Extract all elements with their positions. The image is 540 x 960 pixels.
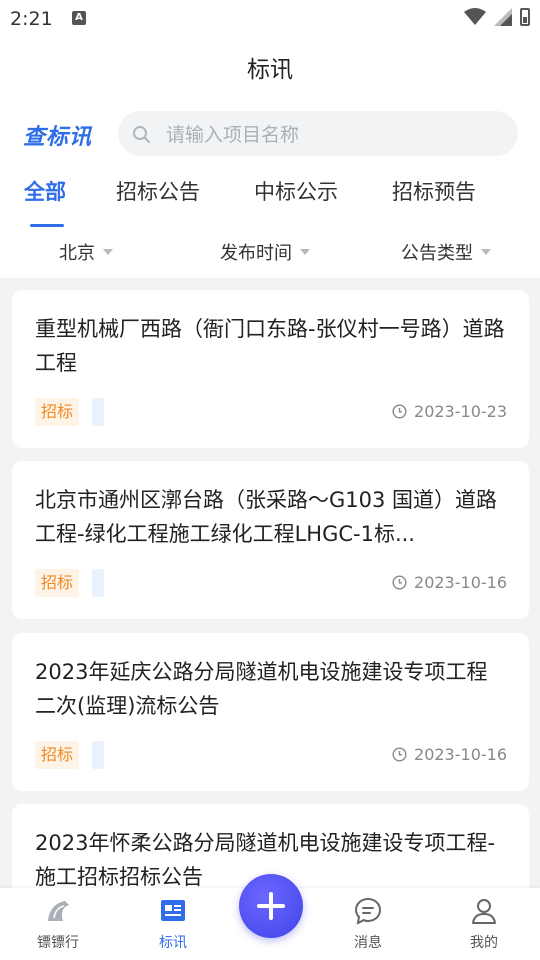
item-date-text: 2023-10-16 [414,573,507,592]
search-input[interactable]: 请输入项目名称 [118,111,518,156]
wifi-icon [464,8,486,25]
filter-bar: 北京 发布时间 公告类型 [0,235,540,269]
item-date-text: 2023-10-23 [414,402,507,421]
item-title: 重型机械厂西路（衙门口东路-张仪村一号路）道路工程 [35,317,505,375]
page-title: 标讯 [247,57,293,83]
clock-icon [392,575,407,590]
status-icons [464,8,530,26]
nav-label: 镖镖行 [37,935,79,951]
nav-item-messages[interactable]: 消息 [328,896,408,952]
status-badge: 招标 [35,398,80,426]
caret-down-icon [300,249,310,255]
horse-icon [48,901,69,921]
search-row: 查标讯 请输入项目名称 [0,110,540,158]
signal-icon [494,8,512,26]
add-button[interactable] [239,874,303,938]
item-title: 2023年延庆公路分局隧道机电设施建设专项工程二次(监理)流标公告 [35,660,488,718]
header-area: 2:21 A 标讯 查标讯 请输入项目名称 全部 招标公告 中标公示 招标预告 … [0,0,540,278]
nav-label: 消息 [354,935,382,951]
time-filter-label: 发布时间 [220,243,292,264]
category-tabs: 全部 招标公告 中标公示 招标预告 [0,176,540,228]
status-time: 2:21 [10,8,53,30]
search-logo: 查标讯 [23,125,93,150]
nav-item-profile[interactable]: 我的 [444,896,524,952]
item-date: 2023-10-23 [392,402,507,421]
nav-item-biaobiaohang[interactable]: 镖镖行 [18,896,98,952]
time-filter[interactable]: 发布时间 [220,239,310,265]
nav-label: 我的 [470,935,498,951]
list-item[interactable]: 2023年延庆公路分局隧道机电设施建设专项工程二次(监理)流标公告 招标 202… [12,633,529,791]
caret-down-icon [481,249,491,255]
search-placeholder: 请输入项目名称 [166,124,300,146]
secondary-badge [92,741,104,769]
clock-icon [392,404,407,419]
search-icon [133,125,150,143]
item-title: 北京市通州区漷台路（张采路～G103 国道）道路工程-绿化工程施工绿化工程LHG… [35,488,498,546]
list-item[interactable]: 北京市通州区漷台路（张采路～G103 国道）道路工程-绿化工程施工绿化工程LHG… [12,461,529,619]
news-icon [161,900,185,921]
secondary-badge [92,569,104,597]
list-item[interactable]: 重型机械厂西路（衙门口东路-张仪村一号路）道路工程 招标 2023-10-23 [12,290,529,448]
user-icon [472,899,496,924]
chat-icon [354,897,382,925]
item-date: 2023-10-16 [392,573,507,592]
tab-award-notice[interactable]: 中标公示 [254,176,338,206]
status-badge: 招标 [35,741,80,769]
caret-down-icon [103,249,113,255]
type-filter[interactable]: 公告类型 [401,239,491,265]
type-filter-label: 公告类型 [401,243,473,264]
status-badge: 招标 [35,569,80,597]
tab-tender-preview[interactable]: 招标预告 [392,176,476,206]
secondary-badge [92,398,104,426]
nav-label: 标讯 [159,935,187,951]
tab-all[interactable]: 全部 [24,176,66,206]
item-date-text: 2023-10-16 [414,745,507,764]
status-bar: 2:21 A [0,0,540,38]
tab-tender-notice[interactable]: 招标公告 [116,176,200,206]
nav-item-biaoxun[interactable]: 标讯 [133,896,213,952]
clock-icon [392,747,407,762]
region-filter-label: 北京 [59,243,95,264]
active-tab-indicator [30,224,64,227]
region-filter[interactable]: 北京 [59,239,113,265]
item-date: 2023-10-16 [392,745,507,764]
notification-icon: A [72,11,86,25]
battery-icon [520,8,530,26]
